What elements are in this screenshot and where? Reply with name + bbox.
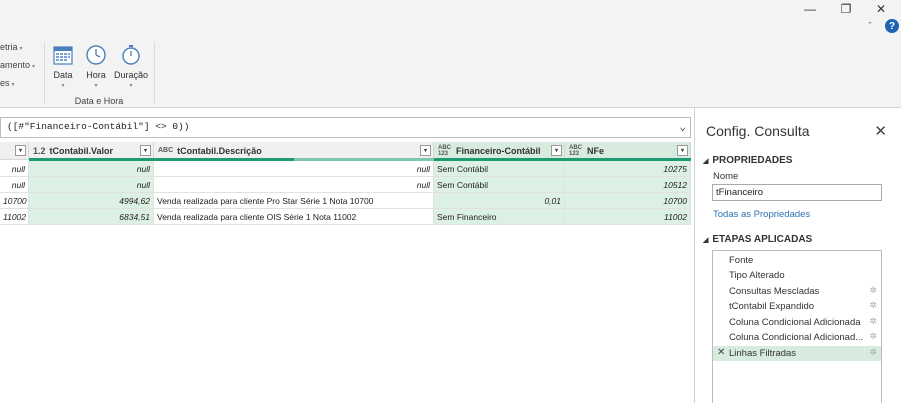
filter-dropdown-icon[interactable]: ▾ [140,145,151,156]
step-coluna-condicional-1[interactable]: Coluna Condicional Adicionada ✲ [713,315,881,330]
filter-applied-icon[interactable]: ▾ [551,145,562,156]
ribbon-item-informacoes[interactable]: es ▾ [0,78,15,88]
gear-icon[interactable]: ✲ [869,285,877,296]
ribbon-separator [154,42,155,104]
restore-button[interactable]: ❐ [831,0,861,18]
duration-button[interactable]: Duração ▾ [113,44,149,89]
any-type-icon[interactable]: ABC 123 [569,145,583,157]
table-cell[interactable]: Venda realizada para cliente Pro Star Sé… [154,193,434,209]
ribbon-item-trigonometria[interactable]: etria ▾ [0,42,23,52]
table-cell[interactable]: null [29,177,154,193]
filter-dropdown-icon[interactable]: ▾ [420,145,431,156]
close-pane-icon[interactable]: ✕ [874,122,887,140]
filter-dropdown-icon[interactable]: ▾ [15,145,26,156]
step-fonte[interactable]: Fonte [713,253,881,268]
all-properties-link[interactable]: Todas as Propriedades [713,209,810,220]
table-cell[interactable]: 6834,51 [29,209,154,225]
column-name: tContabil.Valor [49,145,114,156]
clock-icon [86,45,106,65]
pane-title: Config. Consulta [706,123,810,139]
table-cell[interactable]: 11002 [565,209,691,225]
help-icon[interactable]: ? [885,19,899,33]
any-type-icon[interactable]: ABC 123 [438,145,452,157]
gear-icon[interactable]: ✲ [869,331,877,342]
collapse-ribbon-icon[interactable]: ⌃ [867,21,873,29]
table-cell[interactable]: Sem Contábil [434,177,565,193]
calendar-icon [53,46,73,65]
step-consultas-mescladas[interactable]: Consultas Mescladas ✲ [713,284,881,299]
column-name: tContabil.Descrição [177,145,262,156]
ribbon-item-arredondamento[interactable]: amento ▾ [0,60,35,70]
gear-icon[interactable]: ✲ [869,347,877,358]
date-button[interactable]: Data ▾ [45,44,81,89]
formula-bar[interactable]: ([#"Financeiro-Contábil"] <> 0)) ⌄ [0,117,691,138]
step-coluna-condicional-2[interactable]: Coluna Condicional Adicionad... ✲ [713,330,881,345]
filter-dropdown-icon[interactable]: ▾ [677,145,688,156]
title-bar: — ❐ ✕ ⌃ ? [0,0,901,36]
minimize-button[interactable]: — [795,0,825,18]
table-cell[interactable]: Venda realizada para cliente OIS Série 1… [154,209,434,225]
table-cell[interactable]: null [0,177,29,193]
decimal-type-icon[interactable]: 1.2 [33,146,46,156]
column-name: NFe [587,145,605,156]
table-cell[interactable]: null [154,161,434,177]
column-name: Financeiro-Contábil [456,145,541,156]
table-cell[interactable]: Sem Contábil [434,161,565,177]
properties-section-header[interactable]: ◢ PROPRIEDADES [703,155,792,166]
ribbon-group-label: Data e Hora [74,96,124,106]
time-button[interactable]: Hora ▾ [78,44,114,89]
name-label: Nome [713,171,739,182]
formula-text: ([#"Financeiro-Contábil"] <> 0)) [7,121,190,132]
table-cell[interactable]: Sem Financeiro [434,209,565,225]
query-name-input[interactable] [712,184,882,201]
stopwatch-icon [122,45,140,65]
step-tipo-alterado[interactable]: Tipo Alterado [713,268,881,283]
table-cell[interactable]: 10700 [0,193,29,209]
table-cell[interactable]: null [29,161,154,177]
close-window-button[interactable]: ✕ [866,0,896,18]
table-cell[interactable]: 0,01 [434,193,565,209]
column-header-1[interactable]: ▾ [0,142,29,160]
duration-button-label: Duração [113,70,149,80]
step-tcontabil-expandido[interactable]: tContabil Expandido ✲ [713,299,881,314]
collapse-triangle-icon[interactable]: ◢ [703,158,708,165]
ribbon: etria ▾ amento ▾ es ▾ Data ▾ Hora ▾ Dura… [0,36,901,108]
table-cell[interactable]: 11002 [0,209,29,225]
table-cell[interactable]: 4994,62 [29,193,154,209]
step-linhas-filtradas[interactable]: ✕ Linhas Filtradas ✲ [713,346,881,361]
table-cell[interactable]: 10512 [565,177,691,193]
applied-steps-list: Fonte Tipo Alterado Consultas Mescladas ✲… [712,250,882,403]
collapse-triangle-icon[interactable]: ◢ [703,237,708,244]
table-cell[interactable]: 10700 [565,193,691,209]
text-type-icon[interactable]: ABC [158,147,173,154]
table-cell[interactable]: null [0,161,29,177]
table-cell[interactable]: null [154,177,434,193]
expand-formula-icon[interactable]: ⌄ [679,120,686,134]
gear-icon[interactable]: ✲ [869,316,877,327]
time-button-label: Hora [86,70,106,80]
table-cell[interactable]: 10275 [565,161,691,177]
date-button-label: Data [53,70,73,80]
gear-icon[interactable]: ✲ [869,300,877,311]
delete-step-icon[interactable]: ✕ [717,347,725,358]
query-settings-pane: Config. Consulta ✕ ◢PROPRIEDADES Nome To… [694,108,901,403]
applied-steps-section-header[interactable]: ◢ ETAPAS APLICADAS [703,234,812,245]
